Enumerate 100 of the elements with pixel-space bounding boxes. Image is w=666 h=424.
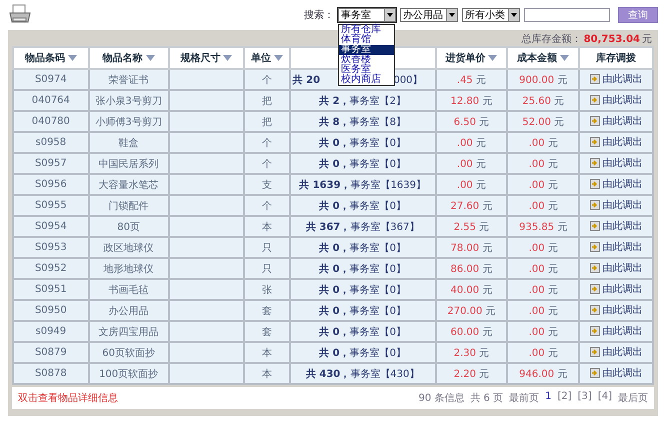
table-cell: 946.00 元 bbox=[507, 363, 580, 384]
sort-icon[interactable] bbox=[68, 55, 77, 61]
table-cell: 文房四宝用品 bbox=[88, 321, 169, 342]
column-header[interactable]: 规格尺寸 bbox=[168, 47, 244, 69]
table-cell: 共 0，事务室【0】 bbox=[290, 237, 436, 258]
table-cell: 个 bbox=[244, 195, 290, 216]
filter-dropdown[interactable]: 办公用品 bbox=[400, 8, 458, 22]
table-cell: 书画毛毡 bbox=[88, 279, 169, 300]
table-cell: .00 元 bbox=[507, 342, 580, 363]
table-cell: S0957 bbox=[13, 153, 89, 174]
transfer-icon bbox=[590, 242, 600, 252]
table-cell: 900.00 元 bbox=[507, 69, 580, 90]
search-label: 搜索： bbox=[304, 8, 334, 22]
table-cell: .00 元 bbox=[507, 132, 580, 153]
table-cell: .00 元 bbox=[507, 279, 580, 300]
sort-icon[interactable] bbox=[146, 55, 155, 61]
table-cell: S0878 bbox=[13, 363, 89, 384]
column-header[interactable]: 物品条码 bbox=[13, 47, 89, 69]
table-cell: 个 bbox=[244, 69, 290, 90]
transfer-icon bbox=[590, 221, 600, 231]
table-cell: 门锁配件 bbox=[88, 195, 169, 216]
transfer-icon bbox=[590, 347, 600, 357]
column-header[interactable]: 单位 bbox=[244, 47, 290, 69]
table-cell: 共 8，事务室【8】 bbox=[290, 111, 436, 132]
dropdown-option[interactable]: 所有仓库 bbox=[339, 25, 394, 35]
table-cell: 共 0，事务室【0】 bbox=[290, 300, 436, 321]
table-cell: 6.50 元 bbox=[436, 111, 508, 132]
table-cell: 共 430，事务室【430】 bbox=[290, 363, 436, 384]
table-cell: .45 元 bbox=[436, 69, 508, 90]
table-cell: .00 元 bbox=[507, 195, 580, 216]
table-cell: 2.30 元 bbox=[436, 342, 508, 363]
table-cell: S0952 bbox=[13, 258, 89, 279]
page-link[interactable]: [2] bbox=[557, 391, 572, 405]
table-cell: 荣誉证书 bbox=[88, 69, 169, 90]
table-cell: 张小泉3号剪刀 bbox=[88, 90, 169, 111]
table-cell: 中国民居系列 bbox=[88, 153, 169, 174]
filter-dropdown[interactable]: 事务室 bbox=[338, 8, 396, 22]
table-cell: 共 0，事务室【0】 bbox=[290, 153, 436, 174]
table-cell: .00 元 bbox=[507, 237, 580, 258]
dropdown-option[interactable]: 校内商店 bbox=[339, 75, 394, 85]
table-cell: 935.85 元 bbox=[507, 216, 580, 237]
table-cell: 2.55 元 bbox=[436, 216, 508, 237]
table-cell: s0949 bbox=[13, 321, 89, 342]
table-cell: 只 bbox=[244, 237, 290, 258]
column-header[interactable]: 进货单价 bbox=[436, 47, 508, 69]
sort-icon[interactable] bbox=[560, 55, 570, 61]
column-header[interactable]: 成本金额 bbox=[507, 47, 580, 69]
table-cell: .00 元 bbox=[507, 174, 580, 195]
table-cell: 100页软面抄 bbox=[88, 363, 169, 384]
table-cell: 本 bbox=[244, 363, 290, 384]
table-cell: 60页软面抄 bbox=[88, 342, 169, 363]
table-cell: 小师傅3号剪刀 bbox=[88, 111, 169, 132]
filter-dropdown[interactable]: 所有小类 bbox=[462, 8, 520, 22]
table-cell: S0954 bbox=[13, 216, 89, 237]
transfer-icon bbox=[590, 200, 600, 210]
table-cell: .00 元 bbox=[507, 258, 580, 279]
table-cell: 25.60 元 bbox=[507, 90, 580, 111]
sort-icon[interactable] bbox=[223, 55, 232, 61]
table-cell: 共 0，事务室【0】 bbox=[290, 132, 436, 153]
dropdown-option[interactable]: 体育馆 bbox=[339, 35, 394, 45]
table-cell: 12.80 元 bbox=[436, 90, 508, 111]
table-cell: 只 bbox=[244, 258, 290, 279]
table-cell: 共 1639，事务室【1639】 bbox=[290, 174, 436, 195]
table-cell: S0951 bbox=[13, 279, 89, 300]
dropdown-option[interactable]: 炊香楼 bbox=[339, 55, 394, 65]
table-cell: 共 2，事务室【2】 bbox=[290, 90, 436, 111]
table-cell: 78.00 元 bbox=[436, 237, 508, 258]
table-cell: 80页 bbox=[88, 216, 169, 237]
table-cell: .00 元 bbox=[507, 321, 580, 342]
table-cell: 共 0，事务室【0】 bbox=[290, 195, 436, 216]
table-cell: S0950 bbox=[13, 300, 89, 321]
table-cell: 共 0，事务室【0】 bbox=[290, 279, 436, 300]
table-cell: 2.20 元 bbox=[436, 363, 508, 384]
search-field[interactable] bbox=[524, 8, 610, 22]
last-page-link[interactable]: 最后页 bbox=[618, 391, 648, 405]
column-header[interactable]: 物品名称 bbox=[88, 47, 169, 69]
first-page-link[interactable]: 最前页 bbox=[509, 391, 540, 405]
table-cell: 60.00 元 bbox=[436, 321, 508, 342]
page-link[interactable]: [4] bbox=[598, 391, 612, 405]
hint-text: 双击查看物品详细信息 bbox=[18, 392, 118, 405]
dropdown-option[interactable]: 医务室 bbox=[339, 65, 394, 75]
page-link[interactable]: 1 bbox=[545, 391, 552, 405]
page-link[interactable]: [3] bbox=[578, 391, 592, 405]
table-cell: 大容量水笔芯 bbox=[88, 174, 169, 195]
table-cell: 共 0，事务室【0】 bbox=[290, 321, 436, 342]
table-cell: .00 元 bbox=[507, 153, 580, 174]
table-cell: 政区地球仪 bbox=[88, 237, 169, 258]
table-cell: 把 bbox=[244, 111, 290, 132]
transfer-icon bbox=[590, 179, 600, 189]
sort-icon[interactable] bbox=[488, 55, 498, 61]
table-cell: 共 367，事务室【367】 bbox=[290, 216, 436, 237]
table-cell: 张 bbox=[244, 279, 290, 300]
table-cell: 个 bbox=[244, 132, 290, 153]
sort-icon[interactable] bbox=[274, 55, 283, 61]
table-cell: .00 元 bbox=[436, 174, 508, 195]
table-cell: 040780 bbox=[13, 111, 89, 132]
table-cell: 地形地球仪 bbox=[88, 258, 169, 279]
table-cell: S0955 bbox=[13, 195, 89, 216]
table-cell: 40.00 元 bbox=[436, 279, 508, 300]
transfer-icon bbox=[590, 284, 600, 294]
